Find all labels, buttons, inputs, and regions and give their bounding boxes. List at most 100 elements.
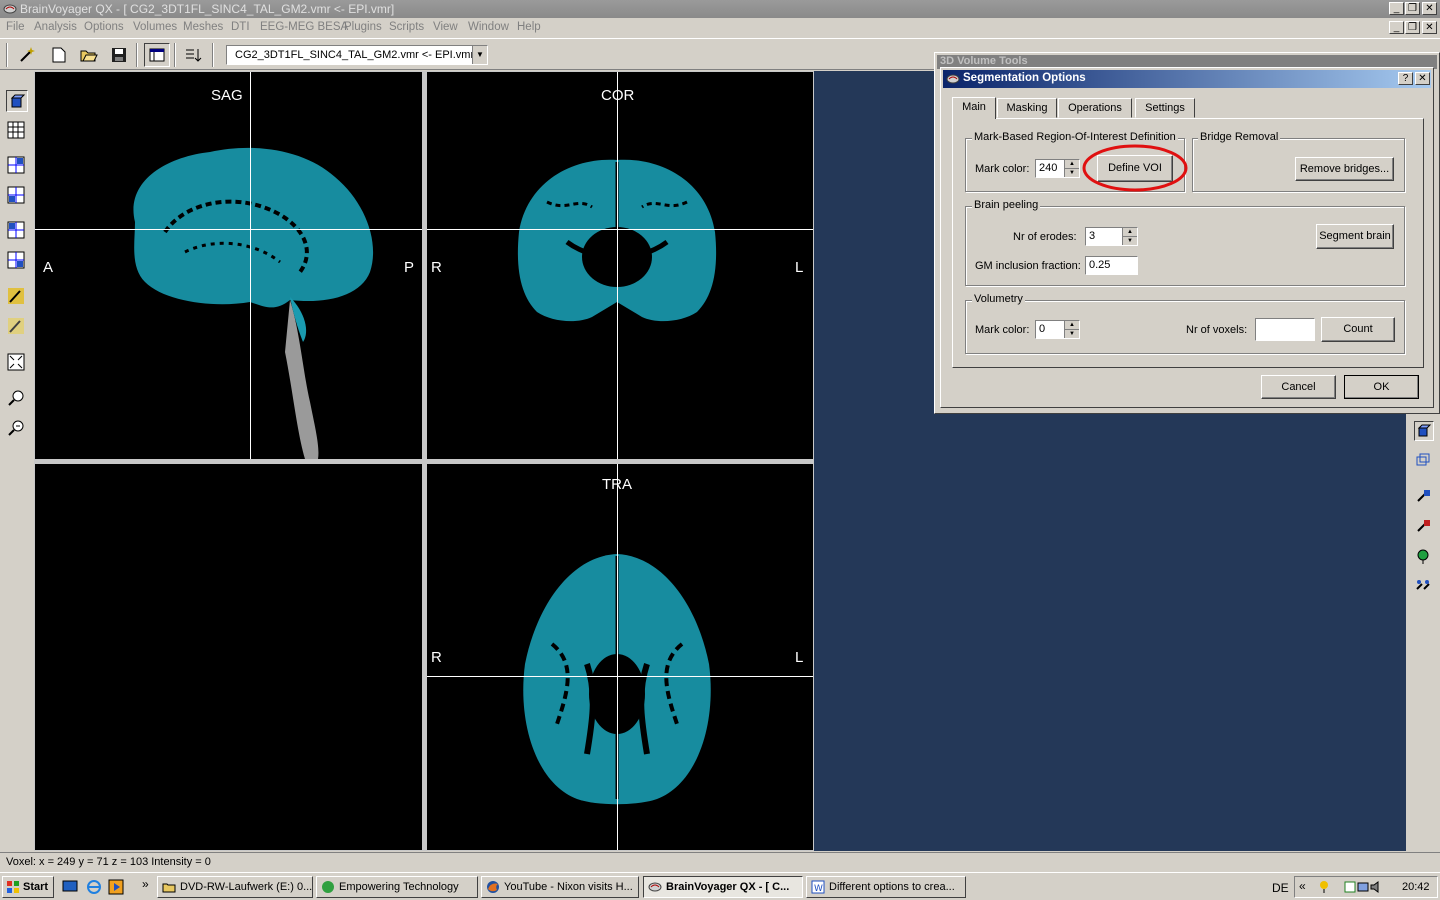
remove-bridges-button[interactable]: Remove bridges... [1295,157,1394,181]
menu-file[interactable]: File [6,21,25,33]
task-brainvoyager[interactable]: BrainVoyager QX - [ C... [643,876,803,898]
transversal-view-button[interactable] [6,220,28,242]
green-app-icon [322,881,334,893]
sagittal-pane[interactable]: SAG A P [35,72,422,459]
spin-down-icon[interactable]: ▼ [1065,330,1079,338]
fit-view-button[interactable] [6,352,28,374]
menu-dti[interactable]: DTI [231,21,250,33]
dialog-close-button[interactable]: ✕ [1415,72,1430,85]
firefox-icon [487,881,499,893]
menu-options[interactable]: Options [84,21,124,33]
show-desktop-icon[interactable] [62,880,78,894]
count-button[interactable]: Count [1321,317,1395,342]
segment-brain-button[interactable]: Segment brain [1316,224,1394,249]
clock[interactable]: 20:42 [1402,881,1430,893]
chevron-down-icon[interactable]: ▼ [472,46,487,64]
file-selector-dropdown[interactable]: CG2_3DT1FL_SINC4_TAL_GM2.vmr <- EPI.vmr … [226,45,488,65]
child-close-button[interactable]: ✕ [1422,21,1437,34]
language-indicator[interactable]: DE [1272,881,1289,895]
menu-meshes[interactable]: Meshes [183,21,223,33]
menu-view[interactable]: View [433,21,458,33]
erodes-spinbox[interactable]: 3 ▲ ▼ [1085,227,1138,246]
tray-status-icon[interactable] [1343,880,1357,894]
brush-tool-button[interactable] [6,286,28,308]
multi-view-button[interactable] [6,250,28,272]
right-toolbar [1406,415,1440,851]
window-title: BrainVoyager QX - [ CG2_3DT1FL_SINC4_TAL… [20,2,395,16]
spin-up-icon[interactable]: ▲ [1065,160,1079,169]
link-tool-button[interactable] [1414,577,1434,597]
nr-voxels-input[interactable] [1255,318,1315,341]
arrow-tool-button-2[interactable] [1414,517,1434,537]
volume-tools-title: 3D Volume Tools [940,55,1028,67]
cancel-button[interactable]: Cancel [1261,375,1336,399]
tab-main[interactable]: Main [952,97,996,119]
task-word-document[interactable]: W Different options to crea... [806,876,966,898]
menu-volumes[interactable]: Volumes [133,21,177,33]
menu-scripts[interactable]: Scripts [389,21,424,33]
grid-view-button[interactable] [6,120,28,142]
magic-wand-button[interactable] [14,43,40,67]
child-minimize-button[interactable]: _ [1389,21,1404,34]
restore-button[interactable]: ❐ [1405,2,1420,15]
erase-tool-button[interactable] [6,316,28,338]
volume-view-button[interactable] [6,90,28,112]
help-button[interactable]: ? [1398,72,1413,85]
new-file-button[interactable] [46,43,72,67]
minimize-button[interactable]: _ [1389,2,1404,15]
zoom-in-button[interactable] [6,388,28,410]
sagittal-brain-image [133,147,374,459]
sagittal-view-button[interactable] [6,155,28,177]
tray-device-icon[interactable] [1356,880,1370,894]
menu-window[interactable]: Window [468,21,509,33]
task-youtube[interactable]: YouTube - Nixon visits H... [481,876,639,898]
zoom-out-button[interactable] [6,418,28,440]
mesh-tool-button[interactable] [1414,451,1434,471]
child-restore-button[interactable]: ❐ [1405,21,1420,34]
start-label: Start [23,881,49,893]
globe-icon [1417,549,1429,564]
transversal-pane[interactable]: TRA R L [427,464,813,850]
menu-eeg-meg-besa[interactable]: EEG-MEG BESA [260,21,348,33]
coronal-pane[interactable]: COR R L [427,72,813,459]
sort-button[interactable] [180,43,206,67]
slice-view-icon [7,251,25,269]
close-button[interactable]: ✕ [1422,2,1437,15]
spin-up-icon[interactable]: ▲ [1065,321,1079,330]
start-button[interactable]: Start [2,876,54,898]
tab-settings[interactable]: Settings [1135,98,1195,118]
arrow-tool-button-1[interactable] [1414,487,1434,507]
media-player-icon[interactable] [108,879,124,895]
internet-explorer-icon[interactable] [86,879,102,895]
task-empowering-technology[interactable]: Empowering Technology [316,876,478,898]
menu-help[interactable]: Help [517,21,541,33]
volumetry-mark-color-spinbox[interactable]: 0 ▲ ▼ [1035,320,1080,339]
volume-speaker-icon[interactable] [1369,880,1383,894]
spin-down-icon[interactable]: ▼ [1123,237,1137,245]
slice-viewer[interactable]: SAG A P COR R L TRA R L [34,71,814,851]
volume-tool-button[interactable] [1414,421,1434,441]
network-icon[interactable] [1317,880,1331,894]
save-button[interactable] [106,43,132,67]
tray-expand-chevron[interactable]: « [1299,879,1306,893]
menu-analysis[interactable]: Analysis [34,21,77,33]
save-disk-icon [112,48,126,62]
spin-up-icon[interactable]: ▲ [1123,228,1137,237]
menu-plugins[interactable]: Plugins [344,21,382,33]
spin-buttons[interactable]: ▲ ▼ [1064,321,1079,338]
roi-mark-color-spinbox[interactable]: 240 ▲ ▼ [1035,159,1080,178]
empty-pane[interactable] [35,464,422,850]
spin-buttons[interactable]: ▲ ▼ [1122,228,1137,245]
open-file-button[interactable] [76,43,102,67]
spin-buttons[interactable]: ▲ ▼ [1064,160,1079,177]
tab-operations[interactable]: Operations [1058,98,1132,118]
spin-down-icon[interactable]: ▼ [1065,169,1079,177]
globe-tool-button[interactable] [1414,547,1434,567]
layout-toggle-button[interactable] [144,43,170,67]
quicklaunch-chevron[interactable]: » [142,877,149,891]
task-dvd-drive[interactable]: DVD-RW-Laufwerk (E:) 0... [157,876,313,898]
tab-masking[interactable]: Masking [997,98,1057,118]
gm-fraction-input[interactable]: 0.25 [1085,256,1138,275]
coronal-view-button[interactable] [6,185,28,207]
ok-button[interactable]: OK [1344,375,1419,399]
